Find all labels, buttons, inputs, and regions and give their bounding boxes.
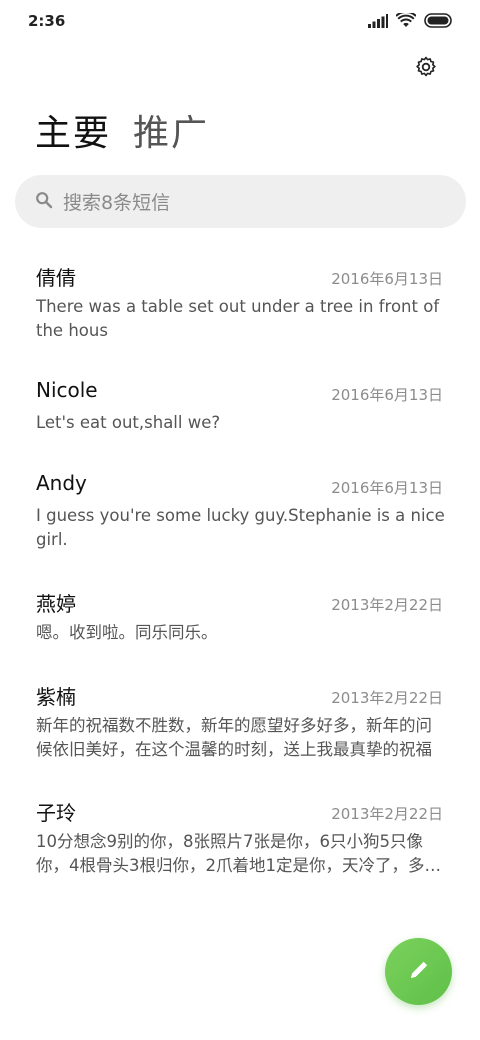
wifi-icon: [395, 10, 417, 32]
tab-primary[interactable]: 主要: [35, 112, 111, 156]
contact-name: 倩倩: [36, 266, 76, 290]
contact-name: Andy: [36, 471, 87, 495]
message-preview: There was a table set out under a tree i…: [36, 297, 440, 340]
contact-name: 子玲: [36, 801, 76, 825]
search-input[interactable]: 搜索8条短信: [15, 175, 466, 228]
message-date: 2013年2月22日: [331, 805, 443, 823]
search-placeholder: 搜索8条短信: [63, 192, 171, 214]
message-date: 2013年2月22日: [331, 689, 443, 707]
status-icons: [368, 10, 454, 32]
conversation-item[interactable]: 子玲 2013年2月22日 10分想念9别的你，8张照片7张是你，6只小狗5只像…: [0, 785, 480, 895]
message-preview: Let's eat out,shall we?: [36, 413, 221, 432]
tab-promotions[interactable]: 推广: [133, 112, 209, 156]
pencil-icon: [406, 957, 432, 987]
message-preview: I guess you're some lucky guy.Stephanie …: [36, 506, 445, 549]
battery-icon: [424, 12, 454, 32]
message-preview: 10分想念9别的你，8张照片7张是你，6只小狗5只像你，4根骨头3根归你，2爪着…: [36, 832, 441, 875]
conversation-item[interactable]: 倩倩 2016年6月13日 There was a table set out …: [0, 250, 480, 360]
conversation-item[interactable]: Andy 2016年6月13日 I guess you're some luck…: [0, 459, 480, 569]
tab-bar: 主要 推广: [35, 108, 209, 156]
gear-icon: [414, 55, 438, 83]
contact-name: 燕婷: [36, 592, 76, 616]
signal-icon: [368, 13, 388, 32]
search-icon: [35, 191, 63, 213]
message-date: 2013年2月22日: [331, 596, 443, 614]
contact-name: Nicole: [36, 378, 98, 402]
status-bar: 2:36: [0, 0, 480, 44]
conversation-item[interactable]: Nicole 2016年6月13日 Let's eat out,shall we…: [0, 366, 480, 454]
status-time: 2:36: [28, 12, 66, 30]
message-preview: 新年的祝福数不胜数，新年的愿望好多好多，新年的问候依旧美好，在这个温馨的时刻，送…: [36, 716, 432, 759]
conversation-item[interactable]: 燕婷 2013年2月22日 嗯。收到啦。同乐同乐。: [0, 576, 480, 664]
message-date: 2016年6月13日: [331, 270, 443, 288]
message-date: 2016年6月13日: [331, 386, 443, 404]
settings-button[interactable]: [412, 55, 440, 83]
contact-name: 紫楠: [36, 685, 76, 709]
message-date: 2016年6月13日: [331, 479, 443, 497]
message-preview: 嗯。收到啦。同乐同乐。: [36, 623, 218, 642]
conversation-item[interactable]: 紫楠 2013年2月22日 新年的祝福数不胜数，新年的愿望好多好多，新年的问候依…: [0, 669, 480, 779]
compose-button[interactable]: [385, 938, 452, 1005]
